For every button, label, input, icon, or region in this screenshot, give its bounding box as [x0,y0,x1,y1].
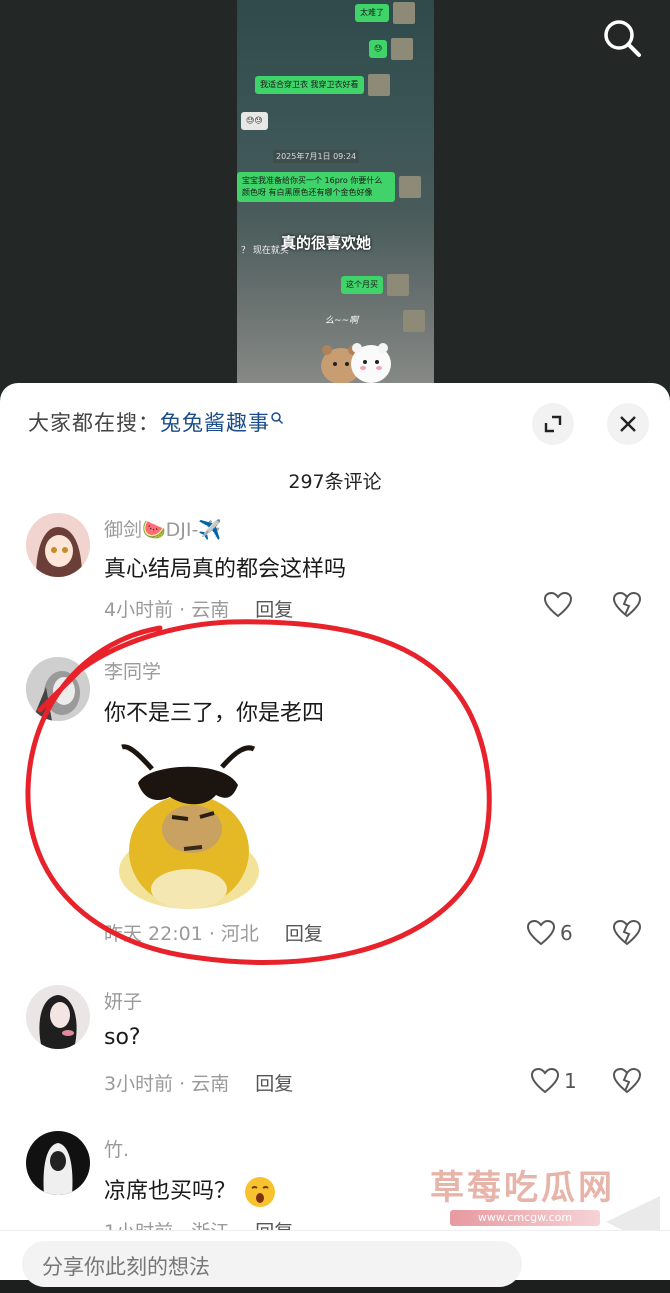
avatar[interactable] [26,657,90,721]
chat-bubble-row: 😓😓 [241,112,268,130]
search-icon[interactable] [600,16,644,60]
close-icon [620,416,636,432]
heart-icon [543,591,573,618]
chat-avatar [393,2,415,24]
like-button[interactable]: 6 [526,919,573,947]
broken-heart-icon [612,919,642,946]
comment-username[interactable]: 御剑🍉DJI-✈️ [104,515,222,542]
comment-meta: 3小时前 · 云南 [104,1073,230,1095]
chat-bubble: 这个月买 [341,276,383,294]
comment-text: 真心结局真的都会这样吗 [104,557,347,582]
avatar[interactable] [26,1131,90,1195]
like-button[interactable]: 1 [530,1067,577,1095]
broken-heart-icon [612,591,642,618]
comment-input[interactable] [22,1241,522,1293]
chat-bubble: 宝宝我准备给你买一个 16pro 你要什么颜色呀 有白黑原色还有哪个金色好像 [237,172,395,202]
watermark-title: 草莓吃瓜网 [430,1168,615,1208]
trending-search[interactable]: 大家都在搜：兔兔酱趣事 [28,407,284,437]
chat-bubble: 我适合穿卫衣 我穿卫衣好看 [255,76,364,94]
comment-sheet: 大家都在搜：兔兔酱趣事 297条评论 御剑🍉DJI-✈️ 真心结局真的都会这样吗… [0,383,670,1279]
dislike-button[interactable] [612,1067,642,1099]
avatar[interactable] [26,985,90,1049]
like-count: 1 [564,1069,577,1093]
watermark-url: www.cmcgw.com [450,1210,600,1226]
chat-avatar [387,274,409,296]
chat-bubble: 太难了 [355,4,389,22]
chat-bubble-row: 太难了 [355,2,415,24]
video-caption: 真的很喜欢她 [281,234,372,252]
comment-username[interactable]: 竹. [104,1135,129,1162]
comment-meta: 昨天 22:01 · 河北 [104,923,259,945]
chat-bubble: 😓😓 [241,112,268,130]
reply-button[interactable]: 回复 [255,599,293,621]
comment-meta: 4小时前 · 云南 [104,599,230,621]
chat-avatar [403,310,425,332]
trending-search-prefix: 大家都在搜： [28,411,160,435]
chat-avatar [391,38,414,60]
reply-button[interactable]: 回复 [285,923,323,945]
broken-heart-icon [612,1067,642,1094]
trending-search-keyword[interactable]: 兔兔酱趣事 [160,411,270,435]
yawn-emoji-icon [243,1177,277,1207]
like-count: 6 [560,921,573,945]
video-frame: 太难了 😓 我适合穿卫衣 我穿卫衣好看 😓😓 2025年7月1日 09:24 宝… [237,0,434,400]
chat-avatar [399,176,421,198]
heart-icon [530,1067,560,1094]
chat-bubble-row: 宝宝我准备给你买一个 16pro 你要什么颜色呀 有白黑原色还有哪个金色好像 [237,172,421,202]
chat-bubble-row: 我适合穿卫衣 我穿卫衣好看 [255,74,390,96]
bear-sticker-icon [321,343,391,384]
reply-button[interactable]: 回复 [255,1073,293,1095]
chat-bubble: 😓 [369,40,388,58]
sticker-text: 么~~啊 [325,316,359,326]
comment-input-container[interactable] [22,1241,522,1293]
like-button[interactable] [543,591,573,619]
small-search-icon [270,411,284,435]
comment-username[interactable]: 妍子 [104,987,142,1014]
comment-sticker-image[interactable] [104,739,274,909]
comment-text: 凉席也买吗？ [104,1173,277,1209]
expand-icon [544,415,562,433]
expand-button[interactable] [532,403,574,445]
close-button[interactable] [607,403,649,445]
dislike-button[interactable] [612,919,642,951]
comment-text: so? [104,1025,141,1050]
comment-text: 你不是三了，你是老四 [104,701,325,726]
dislike-button[interactable] [612,591,642,623]
comment-input-bar [0,1230,670,1293]
chat-avatar [367,74,390,96]
comment-username[interactable]: 李同学 [104,657,161,684]
comment-count: 297条评论 [288,471,382,493]
video-player[interactable]: 太难了 😓 我适合穿卫衣 我穿卫衣好看 😓😓 2025年7月1日 09:24 宝… [0,0,670,400]
chat-bubble-row: 😓 [369,38,414,60]
avatar[interactable] [26,513,90,577]
chat-bubble-row: 这个月买 [341,274,409,296]
heart-icon [526,919,556,946]
chat-timestamp: 2025年7月1日 09:24 [273,150,360,163]
